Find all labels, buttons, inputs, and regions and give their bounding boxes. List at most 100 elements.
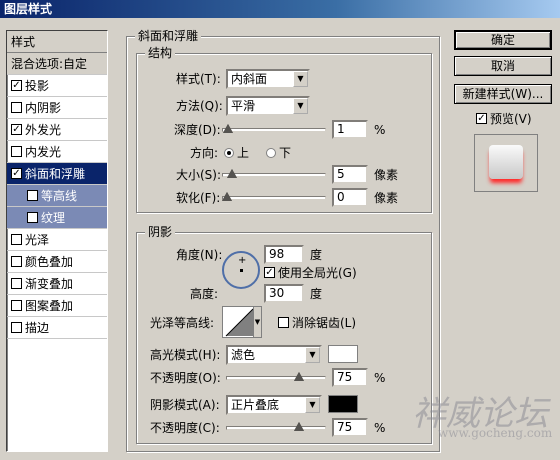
style-list-header[interactable]: 样式 — [7, 31, 107, 53]
size-label: 大小(S): — [176, 168, 222, 182]
shadow-opacity-label: 不透明度(C): — [150, 421, 220, 435]
shadow-opacity-input[interactable]: 75 — [332, 418, 368, 437]
direction-label: 方向: — [190, 146, 219, 160]
technique-select[interactable]: 平滑 ▼ — [226, 96, 310, 116]
blend-options-item[interactable]: 混合选项:自定 — [7, 53, 107, 75]
dial-center-dot — [240, 269, 243, 272]
global-light-checkbox[interactable]: 使用全局光(G) — [264, 264, 357, 282]
technique-label: 方法(Q): — [176, 99, 223, 113]
style-item-label: 描边 — [25, 321, 50, 335]
highlight-mode-select[interactable]: 滤色 ▼ — [226, 345, 322, 365]
bevel-style-select[interactable]: 内斜面 ▼ — [226, 69, 310, 89]
style-list: 样式 混合选项:自定 投影内阴影外发光内发光斜面和浮雕等高线纹理光泽颜色叠加渐变… — [6, 30, 108, 452]
style-item[interactable]: 内阴影 — [7, 97, 107, 119]
size-slider[interactable] — [222, 168, 326, 182]
contour-curve-icon — [225, 308, 254, 337]
checkbox-icon[interactable] — [11, 256, 22, 267]
style-item-label: 斜面和浮雕 — [25, 167, 86, 181]
highlight-mode-value: 滤色 — [231, 348, 256, 362]
crosshair-icon: + — [238, 255, 247, 266]
highlight-color-swatch[interactable] — [328, 345, 358, 363]
bevel-style-value: 内斜面 — [231, 72, 268, 86]
chevron-down-icon: ▼ — [293, 71, 308, 87]
window-title: 图层样式 — [0, 0, 560, 18]
style-item-label: 投影 — [25, 79, 50, 93]
anti-alias-checkbox[interactable]: 消除锯齿(L) — [278, 314, 356, 332]
depth-slider[interactable] — [222, 123, 326, 137]
checkbox-icon[interactable] — [11, 80, 22, 91]
style-item-label: 图案叠加 — [25, 299, 74, 313]
style-item[interactable]: 光泽 — [7, 229, 107, 251]
style-item-label: 内发光 — [25, 145, 62, 159]
checkbox-icon[interactable] — [11, 102, 22, 113]
style-item-label: 颜色叠加 — [25, 255, 74, 269]
gloss-contour-label: 光泽等高线: — [150, 316, 215, 330]
ok-button[interactable]: 确定 — [454, 30, 552, 50]
depth-label: 深度(D): — [174, 123, 221, 137]
checkbox-icon[interactable] — [11, 124, 22, 135]
style-item[interactable]: 描边 — [7, 317, 107, 339]
shadow-opacity-slider[interactable] — [226, 421, 326, 435]
altitude-unit: 度 — [310, 287, 323, 301]
highlight-opacity-input[interactable]: 75 — [332, 368, 368, 387]
checkbox-icon — [264, 267, 275, 278]
bevel-section-title: 斜面和浮雕 — [135, 29, 202, 43]
style-item-label: 等高线 — [41, 189, 78, 203]
highlight-opacity-slider[interactable] — [226, 371, 326, 385]
radio-icon — [224, 148, 234, 158]
style-item[interactable]: 投影 — [7, 75, 107, 97]
soften-unit: 像素 — [374, 191, 399, 205]
direction-up-radio[interactable]: 上 — [224, 144, 249, 162]
checkbox-icon[interactable] — [11, 168, 22, 179]
style-item-label: 纹理 — [41, 211, 66, 225]
shadow-mode-value: 正片叠底 — [231, 398, 280, 412]
shadow-mode-select[interactable]: 正片叠底 ▼ — [226, 395, 322, 415]
checkbox-icon[interactable] — [11, 278, 22, 289]
structure-title: 结构 — [145, 46, 176, 60]
shadow-opacity-unit: % — [374, 421, 386, 435]
checkbox-icon[interactable] — [27, 190, 38, 201]
highlight-opacity-unit: % — [374, 371, 386, 385]
cancel-button[interactable]: 取消 — [454, 56, 552, 76]
style-item-label: 内阴影 — [25, 101, 62, 115]
direction-down-radio[interactable]: 下 — [266, 144, 291, 162]
style-item-label: 外发光 — [25, 123, 62, 137]
shadow-color-swatch[interactable] — [328, 395, 358, 413]
style-item[interactable]: 内发光 — [7, 141, 107, 163]
style-item[interactable]: 等高线 — [7, 185, 107, 207]
style-item[interactable]: 纹理 — [7, 207, 107, 229]
altitude-label: 高度: — [190, 287, 219, 301]
technique-value: 平滑 — [231, 99, 256, 113]
preview-label: 预览(V) — [490, 112, 532, 126]
size-input[interactable]: 5 — [332, 165, 368, 184]
shading-title: 阴影 — [145, 225, 176, 239]
gloss-contour-picker[interactable]: ▼ — [222, 306, 262, 338]
highlight-opacity-label: 不透明度(O): — [150, 371, 221, 385]
chevron-down-icon: ▼ — [293, 98, 308, 114]
style-item[interactable]: 图案叠加 — [7, 295, 107, 317]
style-item[interactable]: 外发光 — [7, 119, 107, 141]
angle-input[interactable]: 98 — [264, 245, 304, 264]
size-unit: 像素 — [374, 168, 399, 182]
soften-input[interactable]: 0 — [332, 188, 368, 207]
checkbox-icon[interactable] — [11, 234, 22, 245]
forum-watermark-url: www.gocheng.com — [438, 426, 553, 440]
checkbox-icon — [476, 113, 487, 124]
preview-checkbox[interactable]: 预览(V) — [476, 110, 532, 128]
checkbox-icon[interactable] — [11, 300, 22, 311]
depth-input[interactable]: 1 — [332, 120, 368, 139]
highlight-mode-label: 高光模式(H): — [150, 348, 221, 362]
new-style-button[interactable]: 新建样式(W)... — [454, 84, 552, 104]
style-item[interactable]: 颜色叠加 — [7, 251, 107, 273]
soften-slider[interactable] — [222, 191, 326, 205]
checkbox-icon — [278, 317, 289, 328]
style-item[interactable]: 渐变叠加 — [7, 273, 107, 295]
checkbox-icon[interactable] — [11, 146, 22, 157]
angle-dial[interactable]: + — [222, 251, 260, 289]
altitude-input[interactable]: 30 — [264, 284, 304, 303]
style-label: 样式(T): — [176, 72, 221, 86]
style-item[interactable]: 斜面和浮雕 — [7, 163, 107, 185]
checkbox-icon[interactable] — [11, 322, 22, 333]
style-item-label: 光泽 — [25, 233, 50, 247]
checkbox-icon[interactable] — [27, 212, 38, 223]
